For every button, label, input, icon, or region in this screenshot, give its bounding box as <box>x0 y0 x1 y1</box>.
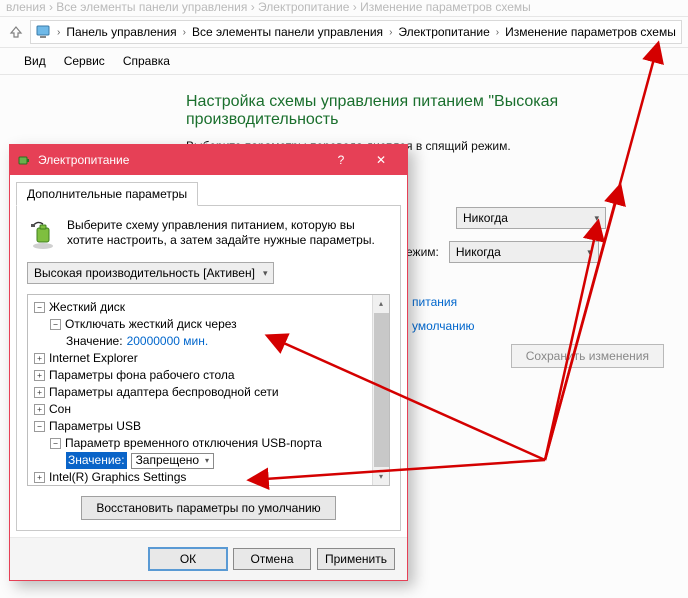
save-area: Сохранить изменения <box>511 344 664 368</box>
restore-defaults-button[interactable]: Восстановить параметры по умолчанию <box>81 496 335 520</box>
chevron-down-icon: ▾ <box>263 268 268 279</box>
expand-icon[interactable]: + <box>34 353 45 364</box>
tree-wifi[interactable]: +Параметры адаптера беспроводной сети <box>30 384 387 401</box>
save-button[interactable]: Сохранить изменения <box>511 344 664 368</box>
usb-value-label: Значение: <box>66 452 127 469</box>
tree-usb[interactable]: −Параметры USB <box>30 418 387 435</box>
chevron-right-icon: › <box>494 27 501 38</box>
help-button[interactable]: ? <box>321 145 361 175</box>
display-off-select[interactable]: Никогда ▾ <box>456 207 606 229</box>
scroll-down-icon[interactable]: ▾ <box>373 468 389 485</box>
tree-hdd-off-after[interactable]: −Отключать жесткий диск через <box>30 316 387 333</box>
dialog-buttons: ОК Отмена Применить <box>10 537 407 580</box>
apply-button[interactable]: Применить <box>317 548 395 570</box>
battery-icon <box>27 218 59 250</box>
select-value: Запрещено <box>136 452 199 469</box>
close-icon: ✕ <box>376 153 386 167</box>
scroll-thumb[interactable] <box>374 313 389 467</box>
restore-defaults-row: Восстановить параметры по умолчанию <box>27 496 390 520</box>
address-bar: › Панель управления › Все элементы панел… <box>0 16 688 48</box>
breadcrumb-item[interactable]: Все элементы панели управления <box>188 23 387 41</box>
window-title-faded: вления › Все элементы панели управления … <box>0 0 688 16</box>
collapse-icon[interactable]: − <box>50 319 61 330</box>
tree-sleep[interactable]: +Сон <box>30 401 387 418</box>
intro-text: Выберите схему управления питанием, кото… <box>67 218 390 250</box>
collapse-icon[interactable]: − <box>50 438 61 449</box>
expand-icon[interactable]: + <box>34 404 45 415</box>
power-options-dialog: Электропитание ? ✕ Дополнительные параме… <box>9 144 408 581</box>
collapse-icon[interactable]: − <box>34 302 45 313</box>
help-icon: ? <box>338 153 345 167</box>
tree-ie[interactable]: +Internet Explorer <box>30 350 387 367</box>
sleep-row-label-suffix: ежим: <box>406 245 439 259</box>
usb-value-select[interactable]: Запрещено ▾ <box>131 453 215 469</box>
settings-tree[interactable]: −Жесткий диск −Отключать жесткий диск че… <box>27 294 390 486</box>
intro-block: Выберите схему управления питанием, кото… <box>27 218 390 250</box>
dialog-title: Электропитание <box>38 153 321 167</box>
menu-view[interactable]: Вид <box>24 54 46 68</box>
breadcrumb-item[interactable]: Электропитание <box>394 23 493 41</box>
scroll-up-icon[interactable]: ▴ <box>373 295 389 312</box>
power-plan-select[interactable]: Высокая производительность [Активен] ▾ <box>27 262 274 284</box>
page-title: Настройка схемы управления питанием "Выс… <box>186 93 688 129</box>
expand-icon[interactable]: + <box>34 472 45 483</box>
menu-bar: Вид Сервис Справка <box>0 48 688 75</box>
control-panel-icon <box>35 24 51 40</box>
chevron-down-icon: ▾ <box>205 452 209 469</box>
tab-content: Выберите схему управления питанием, кото… <box>16 205 401 531</box>
menu-help[interactable]: Справка <box>123 54 170 68</box>
tree-hard-disk[interactable]: −Жесткий диск <box>30 299 387 316</box>
tree-scrollbar[interactable]: ▴ ▾ <box>372 295 389 485</box>
tree-usb-selective[interactable]: −Параметр временного отключения USB-порт… <box>30 435 387 452</box>
power-icon <box>16 152 32 168</box>
chevron-down-icon: ▾ <box>587 247 592 258</box>
expand-icon[interactable]: + <box>34 370 45 381</box>
breadcrumb-item[interactable]: Панель управления <box>62 23 180 41</box>
select-value: Никогда <box>463 211 508 225</box>
tree-intel-graphics[interactable]: +Intel(R) Graphics Settings <box>30 469 387 486</box>
collapse-icon[interactable]: − <box>34 421 45 432</box>
chevron-down-icon: ▾ <box>594 213 599 224</box>
tab-advanced[interactable]: Дополнительные параметры <box>16 182 198 206</box>
dialog-titlebar[interactable]: Электропитание ? ✕ <box>10 145 407 175</box>
hdd-off-value: 20000000 мин. <box>127 333 209 350</box>
cancel-button[interactable]: Отмена <box>233 548 311 570</box>
tree-usb-value-row[interactable]: Значение: Запрещено ▾ <box>30 452 387 469</box>
sleep-select[interactable]: Никогда ▾ <box>449 241 599 263</box>
chevron-right-icon: › <box>181 27 188 38</box>
close-button[interactable]: ✕ <box>361 145 401 175</box>
chevron-right-icon: › <box>387 27 394 38</box>
up-arrow-icon[interactable] <box>6 22 26 42</box>
breadcrumb-field[interactable]: › Панель управления › Все элементы панел… <box>30 20 682 44</box>
ok-button[interactable]: ОК <box>149 548 227 570</box>
expand-icon[interactable]: + <box>34 387 45 398</box>
tree-hdd-value[interactable]: Значение:20000000 мин. <box>30 333 387 350</box>
select-value: Высокая производительность [Активен] <box>34 266 255 280</box>
tree-desktop-bg[interactable]: +Параметры фона рабочего стола <box>30 367 387 384</box>
select-value: Никогда <box>456 245 501 259</box>
chevron-right-icon: › <box>55 27 62 38</box>
breadcrumb-item[interactable]: Изменение параметров схемы <box>501 23 680 41</box>
dialog-tabs: Дополнительные параметры <box>10 175 407 205</box>
menu-service[interactable]: Сервис <box>64 54 105 68</box>
